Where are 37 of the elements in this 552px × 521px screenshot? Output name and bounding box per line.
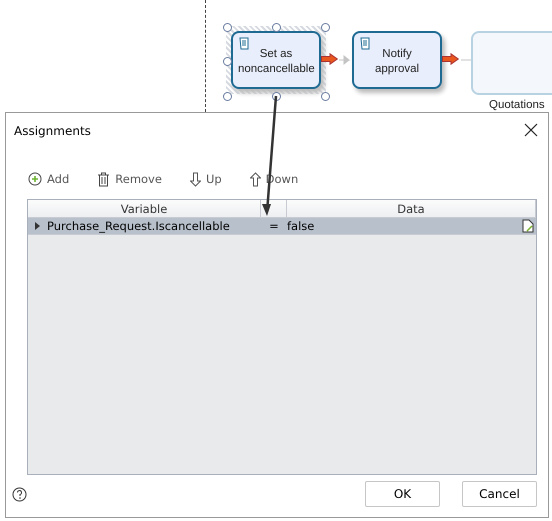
toolbar-button[interactable]: Add <box>28 172 70 186</box>
node-label: Quotations <box>489 99 545 111</box>
dialog-button[interactable]: Cancel <box>462 481 537 507</box>
task-node[interactable]: Notify approval <box>352 31 442 89</box>
connector-line <box>339 55 351 65</box>
resize-handle[interactable] <box>272 23 281 32</box>
table-cell-text: Purchase_Request.Iscancellable <box>47 219 231 233</box>
arrow-up-icon <box>250 172 261 186</box>
script-icon <box>359 37 370 51</box>
document-icon[interactable] <box>522 219 534 233</box>
resize-handle[interactable] <box>321 23 330 32</box>
task-node[interactable]: Set as noncancellable <box>231 31 321 89</box>
table-cell-text: = <box>268 219 280 233</box>
toolbar-button[interactable]: Up <box>190 172 222 186</box>
node-label: Set as noncancellable <box>238 47 314 77</box>
table-row[interactable]: Purchase_Request.Iscancellable = false <box>28 218 536 235</box>
arrow-down-icon <box>190 172 201 186</box>
flow-arrow-icon <box>321 53 338 65</box>
row-pointer-icon <box>35 222 40 230</box>
close-button[interactable] <box>524 123 540 139</box>
resize-handle[interactable] <box>223 23 232 32</box>
dialog-title: Assignments <box>14 124 91 138</box>
faded-node[interactable] <box>471 31 552 95</box>
resize-handle[interactable] <box>223 92 232 101</box>
trash-icon <box>97 172 110 186</box>
column-header[interactable]: Data <box>287 200 536 217</box>
resize-handle[interactable] <box>223 57 232 66</box>
toolbar-button[interactable]: Remove <box>97 172 162 186</box>
resize-handle[interactable] <box>321 92 330 101</box>
node-label: Notify approval <box>374 47 420 77</box>
help-icon[interactable] <box>12 486 27 502</box>
column-header[interactable]: Variable <box>28 200 261 217</box>
add-icon <box>28 172 42 186</box>
table-cell-text: false <box>287 219 316 233</box>
dialog-button[interactable]: OK <box>365 481 440 507</box>
flow-arrow-icon <box>442 53 459 65</box>
script-icon <box>238 37 249 51</box>
